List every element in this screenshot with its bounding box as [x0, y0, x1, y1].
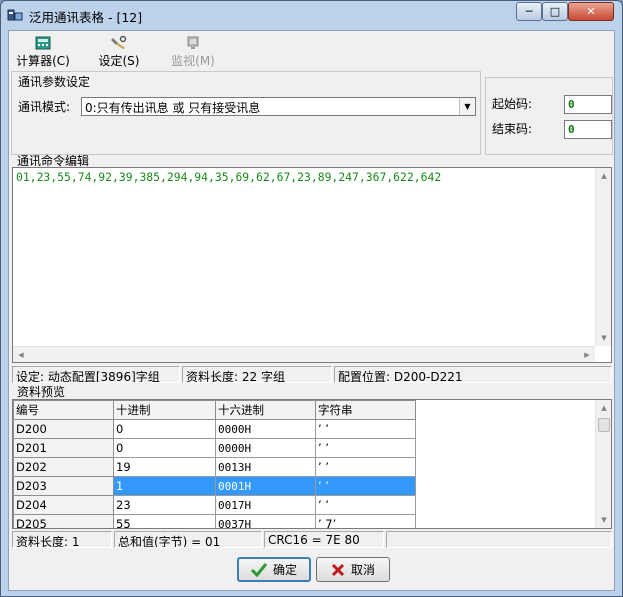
- cell-str[interactable]: ’ ’: [315, 457, 416, 477]
- close-button[interactable]: ✕: [568, 2, 614, 21]
- cell-hex[interactable]: 0017H: [215, 495, 316, 515]
- scroll-up-icon[interactable]: ▲: [596, 400, 611, 416]
- scroll-down-icon[interactable]: ▼: [596, 512, 611, 528]
- cell-id[interactable]: D202: [13, 457, 114, 477]
- start-code-label: 起始码:: [492, 97, 533, 111]
- preview-table: 编号 十进制 十六进制 字符串 D200 0 0000H’ ’ D201 0 0000H’…: [13, 400, 416, 528]
- grid-vscroll[interactable]: ▲ ▼: [595, 400, 611, 528]
- cell-dec[interactable]: 0: [113, 438, 216, 458]
- col-header-dec[interactable]: 十进制: [113, 400, 216, 420]
- table-row[interactable]: D205 55 0037H’ 7’: [13, 514, 416, 528]
- monitor-label: 监视(M): [171, 54, 215, 68]
- scroll-up-icon[interactable]: ▲: [596, 168, 612, 184]
- title-bar[interactable]: 泛用通讯表格 - [12] ─ □ ✕: [1, 1, 622, 29]
- ok-button[interactable]: 确定: [237, 557, 311, 582]
- cell-id[interactable]: D205: [13, 514, 114, 528]
- x-icon: [331, 563, 345, 576]
- end-code-label: 结束码:: [492, 122, 533, 136]
- cell-hex[interactable]: 0000H: [215, 438, 316, 458]
- scroll-down-icon[interactable]: ▼: [596, 330, 612, 346]
- table-row[interactable]: D204 23 0017H’ ’: [13, 495, 416, 515]
- grid-scroll-thumb[interactable]: [598, 418, 610, 432]
- chevron-down-icon[interactable]: ▼: [459, 98, 475, 115]
- table-row[interactable]: D200 0 0000H’ ’: [13, 419, 416, 439]
- checkmark-icon: [250, 562, 267, 577]
- main-window: 泛用通讯表格 - [12] ─ □ ✕ 计算器(C) 设定(S) 监视(M) 通…: [0, 0, 623, 597]
- wrench-icon: [111, 36, 127, 49]
- mode-select[interactable]: 0:只有传出讯息 或 只有接受讯息 ▼: [81, 97, 476, 116]
- cell-dec[interactable]: 1: [113, 476, 216, 496]
- cancel-label: 取消: [350, 563, 375, 577]
- cell-hex[interactable]: 0001H: [215, 476, 316, 496]
- cell-str[interactable]: ’ ’: [315, 476, 416, 496]
- start-code-input[interactable]: 0: [564, 95, 612, 114]
- cell-id[interactable]: D204: [13, 495, 114, 515]
- settings-button[interactable]: 设定(S): [87, 33, 151, 71]
- cell-hex[interactable]: 0013H: [215, 457, 316, 477]
- table-header-row: 编号 十进制 十六进制 字符串: [13, 400, 416, 420]
- mode-select-value: 0:只有传出讯息 或 只有接受讯息: [85, 101, 261, 115]
- command-editor[interactable]: 01,23,55,74,92,39,385,294,94,35,69,62,67…: [12, 167, 612, 363]
- status-crc: CRC16 = 7E 80: [264, 531, 384, 548]
- editor-hscroll[interactable]: ◀ ▶: [13, 346, 595, 362]
- editor-vscroll[interactable]: ▲ ▼: [595, 168, 611, 346]
- close-icon: ✕: [586, 5, 596, 18]
- col-header-id[interactable]: 编号: [13, 400, 114, 420]
- end-code-input[interactable]: 0: [564, 120, 612, 139]
- comm-params-group: 通讯参数设定 通讯模式: 0:只有传出讯息 或 只有接受讯息 ▼: [11, 71, 481, 155]
- command-text[interactable]: 01,23,55,74,92,39,385,294,94,35,69,62,67…: [16, 170, 441, 184]
- status-data-length: 资料长度: 22 字组: [182, 366, 332, 383]
- preview-grid[interactable]: 编号 十进制 十六进制 字符串 D200 0 0000H’ ’ D201 0 0000H’…: [12, 399, 612, 529]
- ok-label: 确定: [272, 563, 297, 577]
- cell-dec[interactable]: 0: [113, 419, 216, 439]
- table-row[interactable]: D201 0 0000H’ ’: [13, 438, 416, 458]
- scroll-left-icon[interactable]: ◀: [13, 347, 29, 363]
- comm-params-title: 通讯参数设定: [18, 75, 91, 89]
- app-plc-icon: [7, 9, 23, 21]
- col-header-str[interactable]: 字符串: [315, 400, 416, 420]
- monitor-icon: [187, 36, 199, 49]
- cell-hex[interactable]: 0037H: [215, 514, 316, 528]
- preview-title: 资料预览: [17, 385, 66, 399]
- cell-str[interactable]: ’ ’: [315, 438, 416, 458]
- calculator-button[interactable]: 计算器(C): [11, 33, 75, 71]
- codes-group: 起始码: 0 结束码: 0: [485, 77, 613, 155]
- window-title: 泛用通讯表格 - [12]: [29, 10, 143, 25]
- maximize-icon: □: [549, 5, 561, 18]
- settings-label: 设定(S): [98, 54, 140, 68]
- calculator-label: 计算器(C): [16, 54, 70, 68]
- status-location: 配置位置: D200-D221: [334, 366, 612, 383]
- cell-dec[interactable]: 23: [113, 495, 216, 515]
- minimize-button[interactable]: ─: [516, 2, 542, 21]
- col-header-hex[interactable]: 十六进制: [215, 400, 316, 420]
- cell-id[interactable]: D200: [13, 419, 114, 439]
- cancel-button[interactable]: 取消: [316, 557, 390, 582]
- cell-id[interactable]: D203: [13, 476, 114, 496]
- cell-dec[interactable]: 55: [113, 514, 216, 528]
- mode-label: 通讯模式:: [18, 100, 71, 114]
- table-row[interactable]: D202 19 0013H’ ’: [13, 457, 416, 477]
- cell-str[interactable]: ’ ’: [315, 419, 416, 439]
- calculator-icon: [35, 36, 51, 50]
- scroll-right-icon[interactable]: ▶: [579, 347, 595, 363]
- cell-hex[interactable]: 0000H: [215, 419, 316, 439]
- status-checksum: 总和值(字节) = 01: [114, 531, 262, 548]
- table-row[interactable]: D203 1 0001H’ ’: [13, 476, 416, 496]
- client-area: 计算器(C) 设定(S) 监视(M) 通讯参数设定 通讯模式: 0:只有传出讯息…: [8, 30, 615, 591]
- cell-str[interactable]: ’ ’: [315, 495, 416, 515]
- status-config: 设定: 动态配置[3896]字组: [12, 366, 180, 383]
- minimize-icon: ─: [525, 5, 533, 18]
- status-empty: [386, 531, 612, 548]
- maximize-button[interactable]: □: [542, 2, 568, 21]
- cell-dec[interactable]: 19: [113, 457, 216, 477]
- monitor-button[interactable]: 监视(M): [161, 33, 225, 71]
- status-preview-length: 资料长度: 1: [12, 531, 112, 548]
- cell-str[interactable]: ’ 7’: [315, 514, 416, 528]
- cell-id[interactable]: D201: [13, 438, 114, 458]
